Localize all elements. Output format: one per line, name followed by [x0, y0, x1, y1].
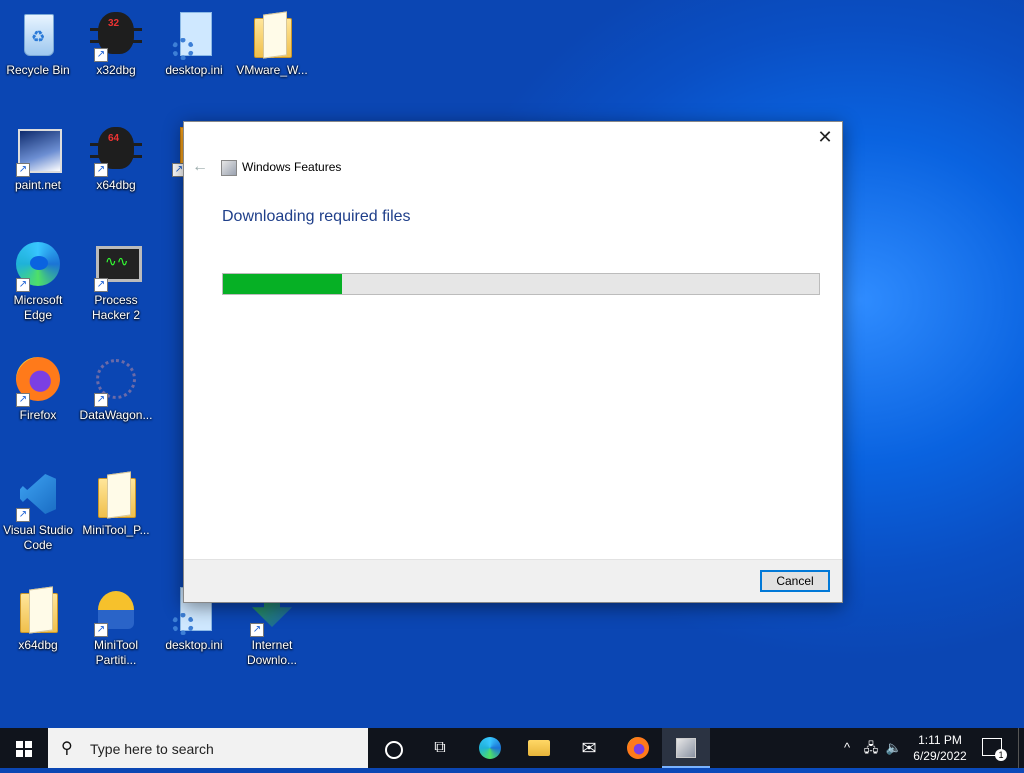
- desktop-icon-label: Firefox: [19, 408, 57, 422]
- shortcut-arrow-icon: ↗: [250, 623, 264, 637]
- cancel-button[interactable]: Cancel: [760, 570, 830, 592]
- cortana-icon: [385, 741, 403, 759]
- shortcut-arrow-icon: ↗: [16, 393, 30, 407]
- clock[interactable]: 1:11 PM 6/29/2022: [904, 732, 976, 764]
- volume-button[interactable]: 🔈: [883, 728, 905, 768]
- vscode-icon: ↗: [14, 470, 62, 522]
- shortcut-arrow-icon: ↗: [94, 393, 108, 407]
- back-arrow-icon[interactable]: ←: [192, 158, 208, 176]
- notification-center-button[interactable]: 1: [982, 738, 1007, 761]
- folder-icon: [248, 10, 296, 58]
- close-button[interactable]: ✕: [814, 126, 836, 148]
- desktop-icon-label: Recycle Bin: [6, 63, 70, 77]
- search-box[interactable]: ⚲: [48, 728, 368, 768]
- folder-icon: [528, 740, 550, 756]
- windows-features-icon: [676, 738, 696, 758]
- windows-features-dialog: ✕ ← Windows Features Downloading require…: [183, 121, 843, 603]
- recycle-bin-icon: ♻: [14, 10, 62, 58]
- desktop-icon-label: Microsoft Edge: [13, 293, 63, 322]
- folder-icon: [92, 470, 140, 518]
- shortcut-arrow-icon: ↗: [94, 623, 108, 637]
- shortcut-arrow-icon: ↗: [16, 163, 30, 177]
- desktop-icon-label: x64dbg: [18, 638, 58, 652]
- chevron-up-icon: ^: [843, 740, 851, 755]
- desktop-icon-microsoft-edge[interactable]: ↗ Microsoft Edge: [0, 240, 76, 323]
- bug-icon: 32 ↗: [90, 10, 142, 62]
- desktop-icon-x32dbg[interactable]: 32 ↗ x32dbg: [78, 10, 154, 78]
- firefox-icon: [627, 737, 649, 759]
- clock-time: 1:11 PM: [918, 733, 962, 747]
- desktop-icon-label: VMware_W...: [236, 63, 308, 77]
- settings-file-icon: [170, 10, 218, 60]
- desktop-icon-label: desktop.ini: [165, 638, 223, 652]
- desktop-icon-datawagon[interactable]: ↗ DataWagon...: [78, 355, 154, 423]
- network-button[interactable]: 🖧: [860, 728, 882, 768]
- desktop-icon-label: DataWagon...: [79, 408, 153, 422]
- edge-icon: ↗: [14, 240, 62, 292]
- desktop-icon-x64dbg[interactable]: 64 ↗ x64dbg: [78, 125, 154, 193]
- mail-icon: ✉: [581, 738, 597, 758]
- taskbar-edge-button[interactable]: [466, 728, 514, 768]
- desktop-icon-x64dbg-folder[interactable]: x64dbg: [0, 585, 76, 653]
- desktop-icon-paint-net[interactable]: ↗ paint.net: [0, 125, 76, 193]
- show-desktop-button[interactable]: [1018, 728, 1024, 768]
- status-heading: Downloading required files: [222, 208, 411, 225]
- clock-date: 6/29/2022: [913, 749, 967, 763]
- shortcut-arrow-icon: ↗: [94, 278, 108, 292]
- search-input[interactable]: [88, 738, 352, 760]
- windows-features-icon: [221, 160, 237, 176]
- dialog-footer: Cancel: [184, 559, 842, 602]
- taskbar-windows-features-button[interactable]: [662, 728, 710, 768]
- progress-fill: [223, 274, 343, 294]
- taskbar: ⚲ ⧉ ✉ ^ 🖧 🔈 1:11 PM 6/29/2022 1: [0, 728, 1024, 768]
- show-hidden-icons-button[interactable]: ^: [838, 728, 856, 768]
- bug-icon: 64 ↗: [90, 125, 142, 177]
- shortcut-arrow-icon: ↗: [94, 163, 108, 177]
- shortcut-arrow-icon: ↗: [16, 278, 30, 292]
- desktop-icon-label: Process Hacker 2: [91, 293, 141, 322]
- desktop-icon-firefox[interactable]: ↗ Firefox: [0, 355, 76, 423]
- taskbar-firefox-button[interactable]: [614, 728, 662, 768]
- desktop-icon-desktop-ini[interactable]: desktop.ini: [156, 10, 232, 78]
- network-icon: 🖧: [863, 740, 879, 755]
- desktop-icon-label: Internet Downlo...: [246, 638, 298, 667]
- desktop-icon-label: paint.net: [14, 178, 62, 192]
- desktop-icon-label: MiniTool Partiti...: [93, 638, 138, 667]
- desktop-icon-label: Visual Studio Code: [3, 523, 73, 552]
- task-view-button[interactable]: ⧉: [416, 728, 464, 768]
- desktop-icon-minitool-p[interactable]: MiniTool_P...: [78, 470, 154, 538]
- speaker-icon: 🔈: [885, 740, 903, 755]
- taskbar-file-explorer-button[interactable]: [515, 728, 563, 768]
- download-progress-bar: [222, 273, 820, 295]
- cortana-button[interactable]: [368, 728, 416, 768]
- edge-icon: [479, 737, 501, 759]
- desktop-icon-minitool-partition[interactable]: ↗ MiniTool Partiti...: [78, 585, 154, 668]
- folder-icon: [14, 585, 62, 633]
- dialog-title: Windows Features: [242, 160, 342, 174]
- desktop-icon-label: desktop.ini: [165, 63, 223, 77]
- desktop-icon-label: MiniTool_P...: [82, 523, 150, 537]
- firefox-icon: ↗: [14, 355, 62, 407]
- desktop-icon-recycle-bin[interactable]: ♻ Recycle Bin: [0, 10, 76, 78]
- paint-net-icon: ↗: [14, 125, 62, 177]
- desktop-icon-process-hacker[interactable]: ↗ Process Hacker 2: [78, 240, 154, 323]
- shortcut-arrow-icon: ↗: [94, 48, 108, 62]
- desktop-icon-vmware[interactable]: VMware_W...: [234, 10, 310, 78]
- start-button[interactable]: [0, 728, 48, 768]
- taskbar-mail-button[interactable]: ✉: [565, 728, 613, 768]
- shortcut-arrow-icon: ↗: [16, 508, 30, 522]
- task-view-icon: ⧉: [434, 739, 446, 756]
- wizard-icon: ↗: [92, 585, 140, 637]
- monitor-icon: ↗: [92, 240, 142, 292]
- desktop-icon-vscode[interactable]: ↗ Visual Studio Code: [0, 470, 76, 553]
- mandala-icon: ↗: [92, 355, 140, 407]
- desktop-icon-label: x32dbg: [96, 63, 136, 77]
- search-icon: ⚲: [61, 740, 73, 757]
- notification-count-badge: 1: [995, 749, 1007, 761]
- windows-logo-icon: [16, 741, 32, 757]
- desktop-icon-label: x64dbg: [96, 178, 136, 192]
